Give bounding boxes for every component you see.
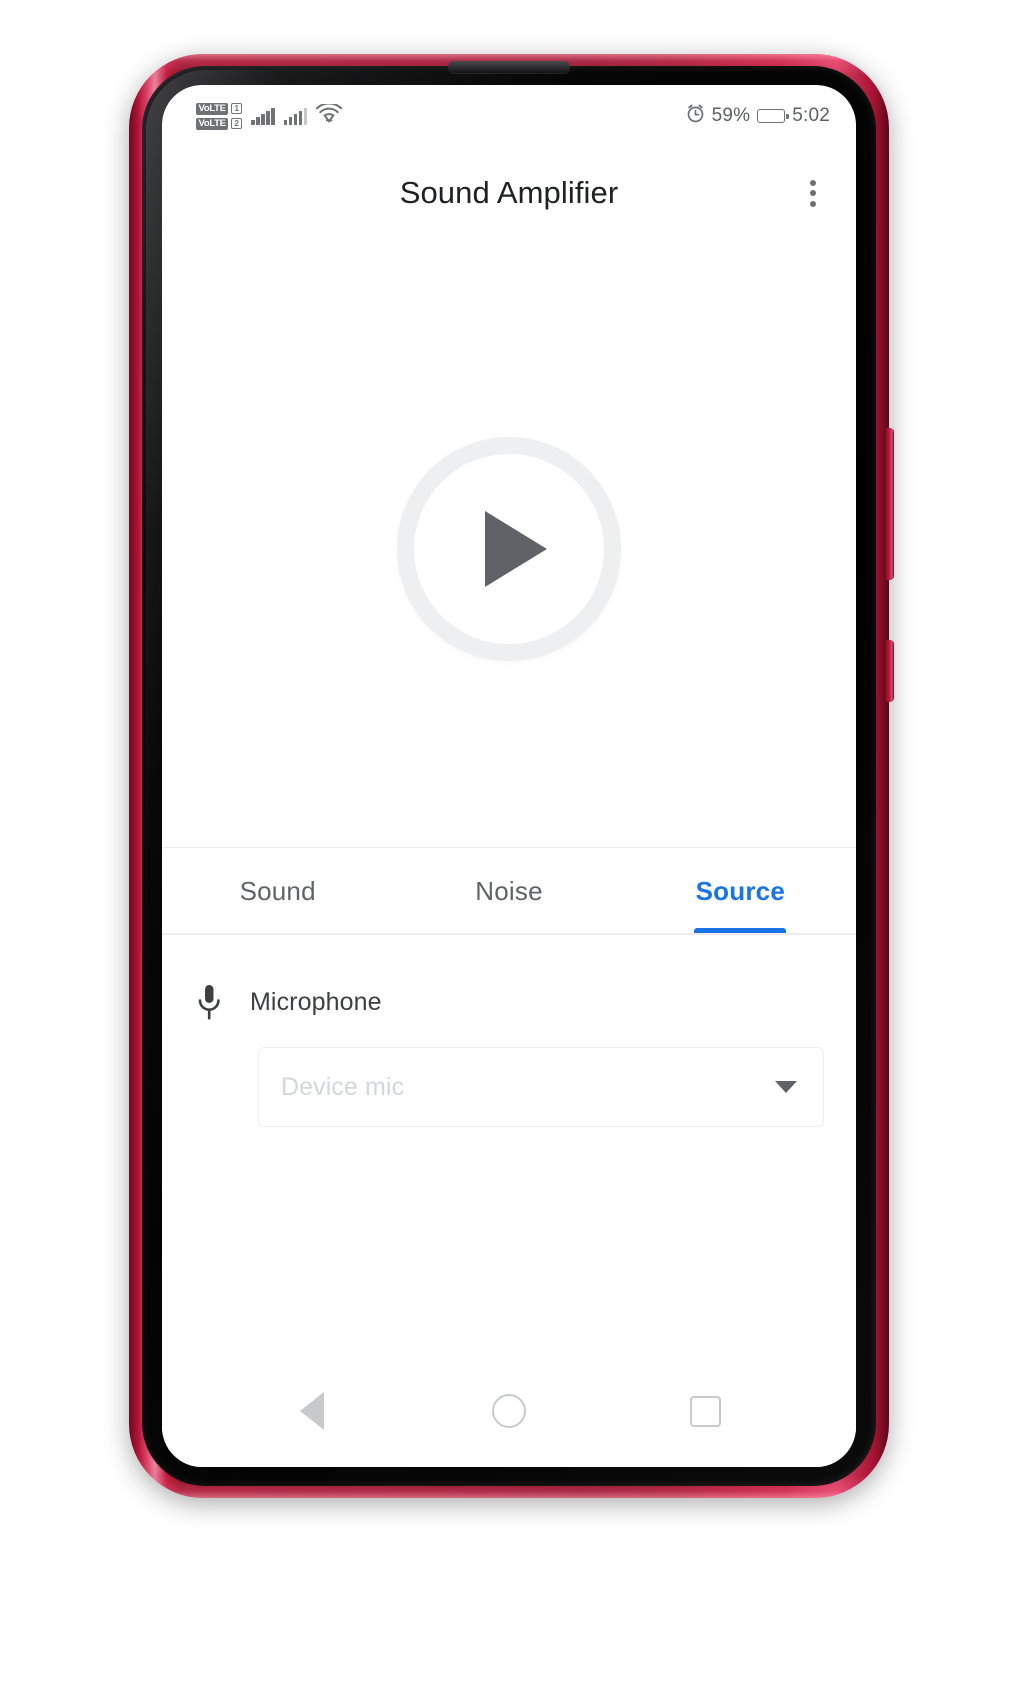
nav-recents-button[interactable] xyxy=(670,1375,742,1447)
status-bar-left: VoLTE 1 VoLTE 2 xyxy=(196,102,343,130)
earpiece-speaker xyxy=(448,61,570,73)
tab-sound[interactable]: Sound xyxy=(162,848,393,934)
tab-source[interactable]: Source xyxy=(625,848,856,934)
tab-bar: Sound Noise Source xyxy=(162,848,856,934)
microphone-row: Microphone xyxy=(194,983,824,1021)
tab-label: Noise xyxy=(475,875,543,906)
page-title: Sound Amplifier xyxy=(399,175,619,210)
status-bar: VoLTE 1 VoLTE 2 59% 5:02 xyxy=(162,85,856,147)
volte-indicators: VoLTE 1 VoLTE 2 xyxy=(196,102,243,130)
source-tab-panel: Microphone Device mic xyxy=(162,935,856,1127)
signal-bars-icon xyxy=(283,107,308,125)
volte-sim2: VoLTE 2 xyxy=(196,117,243,130)
volte-tag-icon: VoLTE xyxy=(196,117,229,130)
volte-tag-icon: VoLTE xyxy=(196,102,229,115)
tab-label: Source xyxy=(695,875,785,906)
signal-bars-icon xyxy=(251,107,275,125)
overflow-menu-icon[interactable] xyxy=(792,172,834,214)
sim-number-label: 1 xyxy=(231,103,243,114)
app-bar: Sound Amplifier xyxy=(162,147,856,239)
volte-sim1: VoLTE 1 xyxy=(196,102,243,115)
nav-home-button[interactable] xyxy=(473,1375,545,1447)
nav-back-button[interactable] xyxy=(276,1375,348,1447)
microphone-select-value: Device mic xyxy=(281,1072,405,1101)
home-icon xyxy=(491,1394,526,1428)
status-bar-right: 59% 5:02 xyxy=(686,104,830,128)
back-icon xyxy=(300,1392,325,1430)
phone-device-frame: VoLTE 1 VoLTE 2 59% 5:02 Sound Amplifier… xyxy=(129,54,894,1498)
play-icon xyxy=(485,511,547,587)
player-area xyxy=(162,239,856,859)
recents-icon xyxy=(690,1395,722,1427)
android-nav-bar xyxy=(162,1355,856,1467)
phone-screen: VoLTE 1 VoLTE 2 59% 5:02 Sound Amplifier… xyxy=(162,85,856,1467)
microphone-label: Microphone xyxy=(250,987,382,1016)
chevron-down-icon xyxy=(775,1081,797,1093)
battery-percent-label: 59% xyxy=(711,105,751,126)
microphone-icon xyxy=(194,983,224,1021)
alarm-icon xyxy=(686,104,705,128)
battery-icon xyxy=(757,109,789,123)
microphone-select[interactable]: Device mic xyxy=(258,1047,824,1127)
play-button[interactable] xyxy=(397,437,621,661)
volume-rocker-button[interactable] xyxy=(886,428,894,580)
clock-label: 5:02 xyxy=(792,105,830,126)
sim-number-label: 2 xyxy=(231,118,243,129)
tab-label: Sound xyxy=(239,875,316,906)
wifi-icon xyxy=(316,102,343,128)
power-button[interactable] xyxy=(886,640,894,702)
tab-noise[interactable]: Noise xyxy=(393,848,624,934)
